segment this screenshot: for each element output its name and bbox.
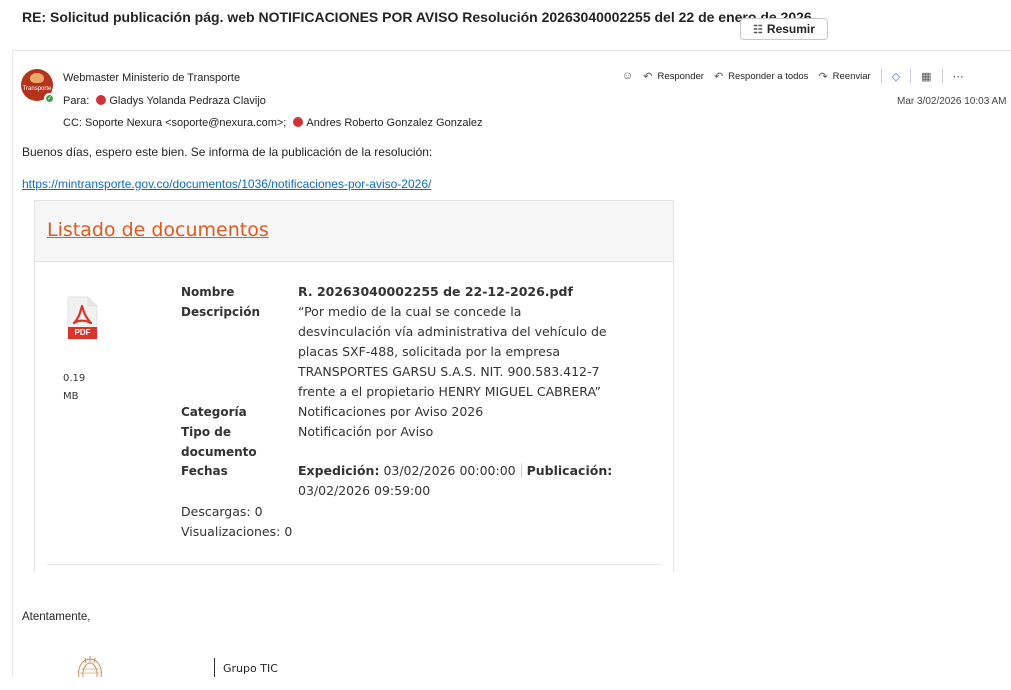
publicacion-value: 03/02/2026 09:59:00: [298, 483, 431, 498]
toolbar-separator: [910, 68, 912, 84]
to-recipient[interactable]: Gladys Yolanda Pedraza Clavijo: [109, 95, 266, 107]
listing-title[interactable]: Listado de documentos: [47, 219, 269, 241]
cc-label: CC:: [63, 117, 82, 129]
expedicion-label: Expedición:: [298, 463, 380, 478]
seal-icon: [55, 655, 125, 685]
summarize-icon: ☷: [753, 23, 763, 36]
file-size-unit: MB: [63, 391, 79, 402]
type-label-2: documento: [181, 445, 257, 459]
header-divider: [12, 50, 1011, 51]
avatar-text: Transporte: [22, 86, 52, 92]
email-subject: RE: Solicitud publicación pág. web NOTIF…: [22, 9, 812, 25]
loop-icon[interactable]: ◇: [892, 70, 900, 83]
cc-recipient-1[interactable]: Soporte Nexura <soporte@nexura.com>;: [85, 117, 286, 129]
message-date: Mar 3/02/2026 10:03 AM: [897, 96, 1007, 107]
type-label: Tipo de: [181, 425, 232, 439]
signature-divider: [214, 658, 215, 677]
forward-label: Reenviar: [832, 70, 871, 82]
reply-all-button[interactable]: ↶ Responder a todos: [714, 70, 809, 83]
description-line: “Por medio de la cual se concede la: [298, 304, 522, 319]
recipient-status-icon: [293, 117, 304, 127]
message-action-bar: ☺ ↶ Responder ↶ Responder a todos ↷ Reenvia…: [622, 68, 974, 84]
summarize-label: Resumir: [766, 22, 815, 36]
category-label: Categoría: [181, 405, 247, 419]
description-label: Descripción: [181, 305, 260, 319]
cc-line: CC: Soporte Nexura <soporte@nexura.com>;…: [63, 117, 483, 129]
sender-name[interactable]: Webmaster Ministerio de Transporte: [63, 72, 240, 84]
name-value: R. 20263040002255 de 22-12-2026.pdf: [298, 284, 573, 299]
to-label: Para:: [63, 95, 90, 107]
signature-group: Grupo TIC: [223, 662, 278, 675]
pdf-icon[interactable]: PDF: [66, 296, 98, 340]
document-link[interactable]: https://mintransporte.gov.co/documentos/…: [22, 177, 431, 191]
more-icon[interactable]: ⋯: [953, 70, 964, 83]
reply-all-icon: ↶: [713, 70, 724, 83]
card-footer-divider: [47, 564, 661, 565]
description-line: desvinculación vía administrativa del ve…: [298, 324, 607, 339]
dates-separator: [520, 463, 522, 478]
summarize-button[interactable]: ☷ Resumir: [740, 18, 828, 40]
type-value: Notificación por Aviso: [298, 424, 434, 439]
reply-label: Responder: [657, 70, 704, 82]
dates-label: Fechas: [181, 464, 228, 478]
description-line: TRANSPORTES GARSU S.A.S. NIT. 900.583.41…: [298, 364, 600, 379]
description-line: placas SXF-488, solicitada por la empres…: [298, 344, 560, 359]
toolbar-separator: [941, 68, 943, 84]
publicacion-label: Publicación:: [526, 463, 613, 478]
greeting-text: Buenos días, espero este bien. Se inform…: [22, 145, 433, 159]
reply-icon: ↶: [643, 70, 653, 83]
cc-recipient-2[interactable]: Andres Roberto Gonzalez Gonzalez: [306, 117, 482, 129]
pdf-badge: PDF: [74, 328, 91, 337]
apps-icon[interactable]: ▦: [921, 70, 931, 83]
dates-line: Expedición: 03/02/2026 00:00:00 Publicaci…: [298, 463, 612, 478]
emoji-icon[interactable]: ☺: [622, 70, 633, 82]
downloads-count: Descargas: 0: [181, 504, 263, 519]
avatar-emblem: [30, 73, 44, 83]
message-left-border: [12, 50, 13, 677]
closing-text: Atentamente,: [22, 611, 91, 623]
recipient-status-icon: [96, 95, 107, 105]
forward-icon: ↷: [818, 70, 828, 83]
views-count: Visualizaciones: 0: [181, 524, 293, 539]
presence-icon: ✓: [44, 93, 55, 104]
file-size-value: 0.19: [63, 373, 86, 384]
description-line: frente a el propietario HENRY MIGUEL CAB…: [298, 384, 601, 399]
name-label: Nombre: [181, 285, 235, 299]
forward-button[interactable]: ↷ Reenviar: [818, 70, 870, 83]
to-line: Para: Gladys Yolanda Pedraza Clavijo: [63, 95, 266, 107]
reply-button[interactable]: ↶ Responder: [643, 70, 704, 83]
reply-all-label: Responder a todos: [728, 70, 809, 82]
expedicion-value: 03/02/2026 00:00:00: [383, 463, 516, 478]
category-value: Notificaciones por Aviso 2026: [298, 404, 484, 419]
toolbar-separator: [880, 68, 882, 84]
